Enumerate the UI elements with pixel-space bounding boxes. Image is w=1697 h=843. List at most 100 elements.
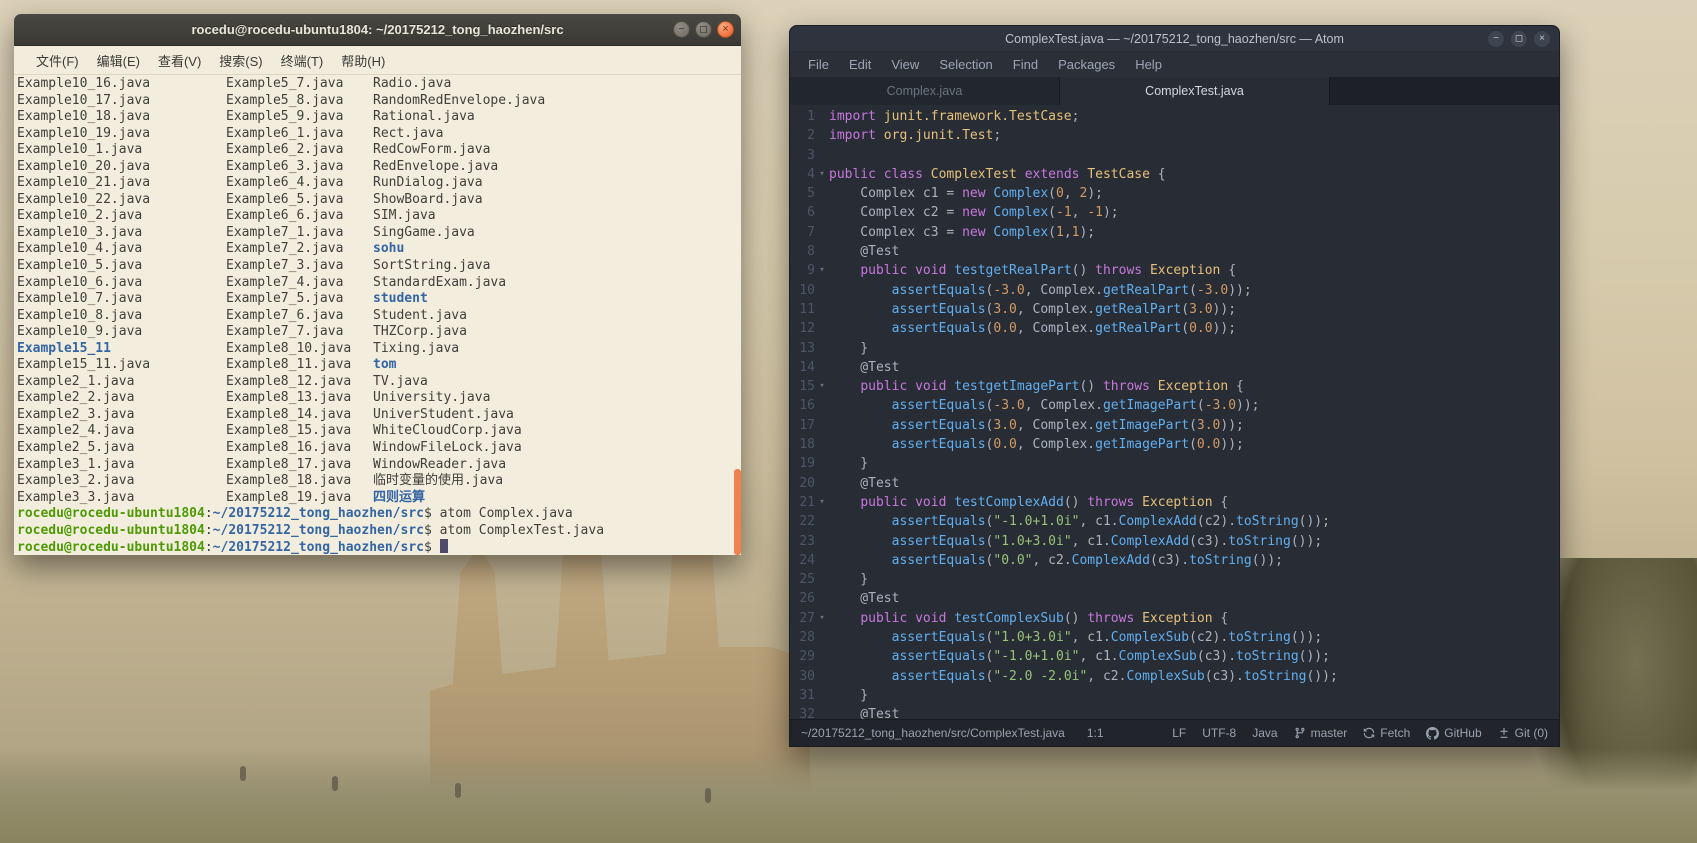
- line-number: 15: [791, 377, 815, 396]
- atom-menu-item[interactable]: File: [798, 57, 839, 72]
- code-line[interactable]: 31 }: [791, 686, 1558, 705]
- atom-menu-item[interactable]: Help: [1125, 57, 1172, 72]
- code-line[interactable]: 5 Complex c1 = new Complex(0, 2);: [791, 184, 1558, 203]
- terminal-titlebar[interactable]: rocedu@rocedu-ubuntu1804: ~/20175212_ton…: [14, 14, 741, 46]
- terminal-scrollbar[interactable]: [734, 469, 741, 555]
- code-line[interactable]: 24 assertEquals("0.0", c2.ComplexAdd(c3)…: [791, 551, 1558, 570]
- code-token: ComplexSub: [1119, 649, 1197, 664]
- status-item-fetch[interactable]: Fetch: [1363, 726, 1410, 740]
- status-cursor-position[interactable]: 1:1: [1087, 726, 1104, 740]
- status-item-git-0[interactable]: Git (0): [1498, 726, 1548, 740]
- code-line[interactable]: 10 assertEquals(-3.0, Complex.getRealPar…: [791, 281, 1558, 300]
- code-token: [1134, 495, 1142, 510]
- sync-icon: [1363, 727, 1375, 739]
- terminal-close-button[interactable]: ×: [717, 21, 734, 38]
- atom-menu-item[interactable]: View: [881, 57, 929, 72]
- code-line[interactable]: 17 assertEquals(3.0, Complex.getImagePar…: [791, 416, 1558, 435]
- code-token: TestCase: [1087, 167, 1150, 182]
- status-item-master[interactable]: master: [1294, 726, 1348, 740]
- line-number: 27: [791, 609, 815, 628]
- code-text: Complex c1 = new Complex(0, 2);: [829, 184, 1558, 203]
- terminal-file-entry: Rect.java: [373, 126, 443, 143]
- code-line[interactable]: 18 assertEquals(0.0, Complex.getImagePar…: [791, 435, 1558, 454]
- code-line[interactable]: 26 @Test: [791, 589, 1558, 608]
- editor-lines[interactable]: 1import junit.framework.TestCase;2import…: [791, 105, 1558, 719]
- code-line[interactable]: 21▾ public void testComplexAdd() throws …: [791, 493, 1558, 512]
- code-line[interactable]: 19 }: [791, 454, 1558, 473]
- atom-menu-item[interactable]: Find: [1003, 57, 1048, 72]
- atom-minimize-button[interactable]: −: [1488, 31, 1504, 47]
- terminal-listing-row: Example2_4.javaExample8_15.javaWhiteClou…: [17, 423, 741, 440]
- code-line[interactable]: 14 @Test: [791, 358, 1558, 377]
- code-token: }: [829, 688, 868, 703]
- atom-menu-item[interactable]: Packages: [1048, 57, 1125, 72]
- fold-chevron-icon[interactable]: ▾: [815, 493, 829, 512]
- terminal-menu-item[interactable]: 查看(V): [149, 51, 210, 70]
- code-token: , Complex.: [1025, 398, 1103, 413]
- code-text: assertEquals("-1.0+1.0i", c1.ComplexSub(…: [829, 647, 1558, 666]
- terminal-menu-item[interactable]: 编辑(E): [88, 51, 149, 70]
- code-line[interactable]: 22 assertEquals("-1.0+1.0i", c1.ComplexA…: [791, 512, 1558, 531]
- code-line[interactable]: 20 @Test: [791, 474, 1558, 493]
- code-line[interactable]: 23 assertEquals("1.0+3.0i", c1.ComplexAd…: [791, 532, 1558, 551]
- code-line[interactable]: 28 assertEquals("1.0+3.0i", c1.ComplexSu…: [791, 628, 1558, 647]
- code-text: public void testComplexAdd() throws Exce…: [829, 493, 1558, 512]
- code-line[interactable]: 11 assertEquals(3.0, Complex.getRealPart…: [791, 300, 1558, 319]
- code-line[interactable]: 16 assertEquals(-3.0, Complex.getImagePa…: [791, 396, 1558, 415]
- terminal-menu-item[interactable]: 搜索(S): [210, 51, 271, 70]
- fold-chevron-icon[interactable]: ▾: [815, 377, 829, 396]
- terminal-window: rocedu@rocedu-ubuntu1804: ~/20175212_ton…: [14, 14, 741, 555]
- code-line[interactable]: 30 assertEquals("-2.0 -2.0i", c2.Complex…: [791, 667, 1558, 686]
- atom-titlebar[interactable]: ComplexTest.java — ~/20175212_tong_haozh…: [790, 26, 1559, 51]
- status-item-utf-8[interactable]: UTF-8: [1202, 726, 1236, 740]
- code-line[interactable]: 25 }: [791, 570, 1558, 589]
- code-line[interactable]: 2import org.junit.Test;: [791, 126, 1558, 145]
- code-line[interactable]: 15▾ public void testgetImagePart() throw…: [791, 377, 1558, 396]
- code-line[interactable]: 32 @Test: [791, 705, 1558, 719]
- code-line[interactable]: 7 Complex c3 = new Complex(1,1);: [791, 223, 1558, 242]
- terminal-cursor[interactable]: [440, 539, 448, 553]
- atom-menu-item[interactable]: Selection: [929, 57, 1002, 72]
- terminal-listing-row: Example15_11.javaExample8_11.javatom: [17, 357, 741, 374]
- code-line[interactable]: 13 }: [791, 339, 1558, 358]
- fold-chevron-icon[interactable]: ▾: [815, 609, 829, 628]
- code-line[interactable]: 12 assertEquals(0.0, Complex.getRealPart…: [791, 319, 1558, 338]
- code-line[interactable]: 4▾public class ComplexTest extends TestC…: [791, 165, 1558, 184]
- status-item-github[interactable]: GitHub: [1426, 726, 1481, 740]
- atom-close-button[interactable]: ×: [1534, 31, 1550, 47]
- code-token: ComplexSub: [1126, 669, 1204, 684]
- line-number: 8: [791, 242, 815, 261]
- editor-tab[interactable]: Complex.java: [790, 77, 1060, 105]
- terminal-screen[interactable]: Example10_16.javaExample5_7.javaRadio.ja…: [14, 75, 741, 555]
- code-line[interactable]: 27▾ public void testComplexSub() throws …: [791, 609, 1558, 628]
- code-line[interactable]: 9▾ public void testgetRealPart() throws …: [791, 261, 1558, 280]
- code-line[interactable]: 6 Complex c2 = new Complex(-1, -1);: [791, 203, 1558, 222]
- fold-chevron-icon[interactable]: ▾: [815, 261, 829, 280]
- code-text: }: [829, 570, 1558, 589]
- code-token: [829, 321, 892, 336]
- fold-chevron-icon[interactable]: ▾: [815, 165, 829, 184]
- code-line[interactable]: 8 @Test: [791, 242, 1558, 261]
- status-item-lf[interactable]: LF: [1172, 726, 1186, 740]
- status-item-java[interactable]: Java: [1252, 726, 1277, 740]
- terminal-minimize-button[interactable]: −: [673, 21, 690, 38]
- terminal-listing-row: Example10_3.javaExample7_1.javaSingGame.…: [17, 225, 741, 242]
- terminal-title: rocedu@rocedu-ubuntu1804: ~/20175212_ton…: [191, 22, 563, 37]
- editor-tab[interactable]: ComplexTest.java: [1060, 77, 1330, 105]
- code-line[interactable]: 3: [791, 146, 1558, 165]
- code-token: (: [1197, 398, 1205, 413]
- code-token: );: [1103, 205, 1119, 220]
- code-text: assertEquals("-2.0 -2.0i", c2.ComplexSub…: [829, 667, 1558, 686]
- code-line[interactable]: 1import junit.framework.TestCase;: [791, 107, 1558, 126]
- code-token: new: [962, 225, 985, 240]
- terminal-menu-item[interactable]: 文件(F): [27, 51, 88, 70]
- fold-spacer: [815, 358, 829, 377]
- code-line[interactable]: 29 assertEquals("-1.0+1.0i", c1.ComplexS…: [791, 647, 1558, 666]
- terminal-menu-item[interactable]: 终端(T): [272, 51, 333, 70]
- terminal-menu-item[interactable]: 帮助(H): [332, 51, 394, 70]
- terminal-file-entry: Example10_2.java: [17, 208, 226, 225]
- terminal-maximize-button[interactable]: ◻: [695, 21, 712, 38]
- fold-spacer: [815, 300, 829, 319]
- atom-maximize-button[interactable]: ◻: [1511, 31, 1527, 47]
- atom-menu-item[interactable]: Edit: [839, 57, 881, 72]
